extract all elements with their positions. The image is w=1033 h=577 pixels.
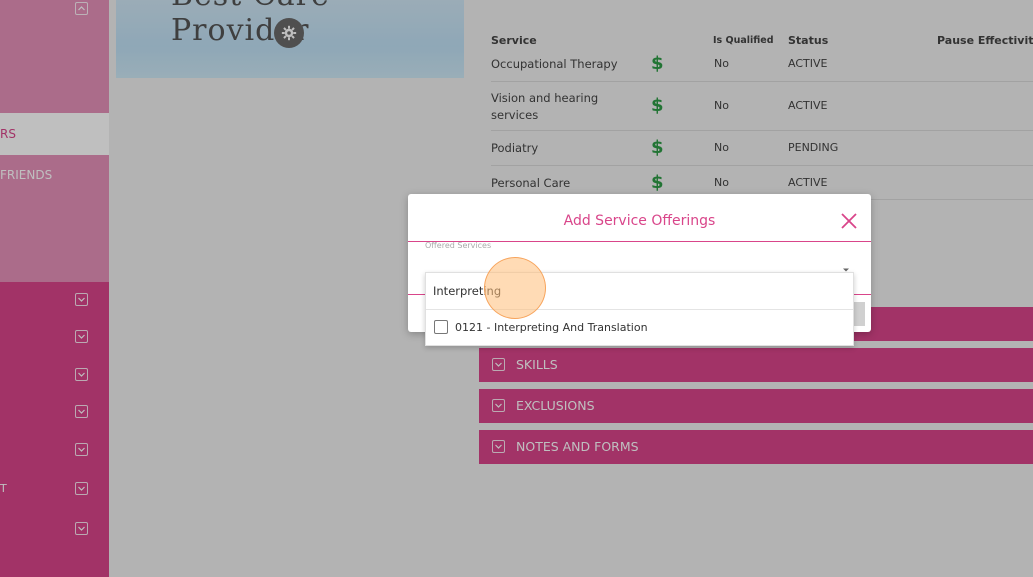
service-option[interactable]: 0121 - Interpreting And Translation — [426, 311, 853, 345]
close-icon — [841, 213, 857, 229]
offered-services-label: Offered Services — [425, 241, 492, 250]
click-indicator — [484, 257, 546, 319]
dialog-title: Add Service Offerings — [563, 213, 716, 229]
dialog-action-button[interactable] — [854, 302, 865, 326]
option-label: 0121 - Interpreting And Translation — [455, 321, 648, 334]
close-button[interactable] — [840, 212, 858, 230]
option-checkbox[interactable] — [434, 320, 448, 334]
